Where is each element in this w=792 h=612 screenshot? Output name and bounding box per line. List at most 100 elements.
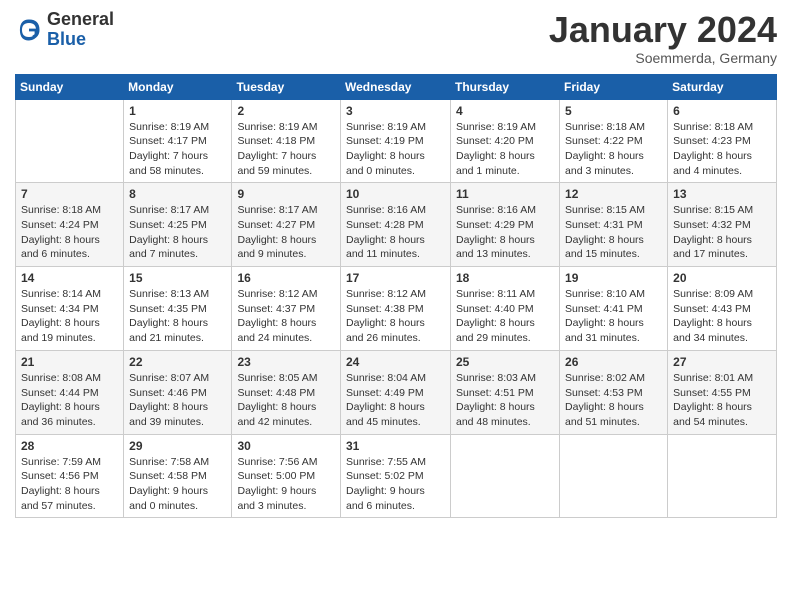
day-info: Sunrise: 8:17 AM Sunset: 4:27 PM Dayligh… (237, 203, 335, 262)
calendar-cell-w0-d5: 5 Sunrise: 8:18 AM Sunset: 4:22 PM Dayli… (560, 99, 668, 183)
sunset-text: Sunset: 4:58 PM (129, 470, 207, 482)
day-info: Sunrise: 8:12 AM Sunset: 4:38 PM Dayligh… (346, 287, 445, 346)
sunset-text: Sunset: 5:00 PM (237, 470, 315, 482)
day-number: 24 (346, 355, 445, 369)
calendar-cell-w2-d4: 18 Sunrise: 8:11 AM Sunset: 4:40 PM Dayl… (451, 267, 560, 351)
day-info: Sunrise: 8:11 AM Sunset: 4:40 PM Dayligh… (456, 287, 554, 346)
sunset-text: Sunset: 4:29 PM (456, 219, 534, 231)
sunset-text: Sunset: 4:56 PM (21, 470, 99, 482)
calendar-cell-w3-d1: 22 Sunrise: 8:07 AM Sunset: 4:46 PM Dayl… (124, 350, 232, 434)
sunrise-text: Sunrise: 8:01 AM (673, 372, 753, 384)
sunset-text: Sunset: 4:32 PM (673, 219, 751, 231)
sunrise-text: Sunrise: 8:03 AM (456, 372, 536, 384)
day-number: 27 (673, 355, 771, 369)
calendar-cell-w3-d5: 26 Sunrise: 8:02 AM Sunset: 4:53 PM Dayl… (560, 350, 668, 434)
calendar-cell-w1-d3: 10 Sunrise: 8:16 AM Sunset: 4:28 PM Dayl… (341, 183, 451, 267)
sunrise-text: Sunrise: 8:19 AM (237, 121, 317, 133)
calendar-cell-w2-d3: 17 Sunrise: 8:12 AM Sunset: 4:38 PM Dayl… (341, 267, 451, 351)
day-number: 2 (237, 104, 335, 118)
calendar-cell-w2-d1: 15 Sunrise: 8:13 AM Sunset: 4:35 PM Dayl… (124, 267, 232, 351)
sunset-text: Sunset: 4:27 PM (237, 219, 315, 231)
sunrise-text: Sunrise: 8:19 AM (346, 121, 426, 133)
daylight-text: Daylight: 8 hours and 3 minutes. (565, 150, 644, 177)
sunset-text: Sunset: 4:40 PM (456, 303, 534, 315)
day-info: Sunrise: 8:10 AM Sunset: 4:41 PM Dayligh… (565, 287, 662, 346)
day-info: Sunrise: 8:19 AM Sunset: 4:19 PM Dayligh… (346, 120, 445, 179)
day-number: 13 (673, 187, 771, 201)
sunset-text: Sunset: 4:17 PM (129, 135, 207, 147)
sunrise-text: Sunrise: 8:10 AM (565, 288, 645, 300)
sunrise-text: Sunrise: 8:16 AM (456, 204, 536, 216)
sunrise-text: Sunrise: 8:02 AM (565, 372, 645, 384)
daylight-text: Daylight: 8 hours and 48 minutes. (456, 401, 535, 428)
sunset-text: Sunset: 4:44 PM (21, 387, 99, 399)
logo: General Blue (15, 10, 114, 50)
day-number: 7 (21, 187, 118, 201)
sunrise-text: Sunrise: 8:09 AM (673, 288, 753, 300)
sunrise-text: Sunrise: 8:13 AM (129, 288, 209, 300)
day-info: Sunrise: 8:16 AM Sunset: 4:28 PM Dayligh… (346, 203, 445, 262)
sunset-text: Sunset: 4:53 PM (565, 387, 643, 399)
calendar-cell-w4-d3: 31 Sunrise: 7:55 AM Sunset: 5:02 PM Dayl… (341, 434, 451, 518)
sunrise-text: Sunrise: 8:07 AM (129, 372, 209, 384)
calendar-cell-w4-d6 (668, 434, 777, 518)
logo-icon (15, 16, 43, 44)
calendar-cell-w3-d2: 23 Sunrise: 8:05 AM Sunset: 4:48 PM Dayl… (232, 350, 341, 434)
daylight-text: Daylight: 8 hours and 0 minutes. (346, 150, 425, 177)
day-info: Sunrise: 8:02 AM Sunset: 4:53 PM Dayligh… (565, 371, 662, 430)
daylight-text: Daylight: 8 hours and 51 minutes. (565, 401, 644, 428)
daylight-text: Daylight: 8 hours and 36 minutes. (21, 401, 100, 428)
sunrise-text: Sunrise: 8:16 AM (346, 204, 426, 216)
daylight-text: Daylight: 8 hours and 54 minutes. (673, 401, 752, 428)
daylight-text: Daylight: 8 hours and 34 minutes. (673, 317, 752, 344)
sunrise-text: Sunrise: 8:05 AM (237, 372, 317, 384)
day-info: Sunrise: 7:59 AM Sunset: 4:56 PM Dayligh… (21, 455, 118, 514)
logo-text: General Blue (47, 10, 114, 50)
day-number: 21 (21, 355, 118, 369)
day-info: Sunrise: 8:19 AM Sunset: 4:18 PM Dayligh… (237, 120, 335, 179)
calendar-week-2: 7 Sunrise: 8:18 AM Sunset: 4:24 PM Dayli… (16, 183, 777, 267)
day-info: Sunrise: 8:17 AM Sunset: 4:25 PM Dayligh… (129, 203, 226, 262)
day-info: Sunrise: 8:15 AM Sunset: 4:31 PM Dayligh… (565, 203, 662, 262)
location-subtitle: Soemmerda, Germany (549, 50, 777, 66)
daylight-text: Daylight: 8 hours and 29 minutes. (456, 317, 535, 344)
sunset-text: Sunset: 4:41 PM (565, 303, 643, 315)
daylight-text: Daylight: 9 hours and 6 minutes. (346, 485, 425, 512)
day-info: Sunrise: 8:09 AM Sunset: 4:43 PM Dayligh… (673, 287, 771, 346)
header-thursday: Thursday (451, 74, 560, 99)
day-number: 30 (237, 439, 335, 453)
sunset-text: Sunset: 4:49 PM (346, 387, 424, 399)
calendar-cell-w2-d5: 19 Sunrise: 8:10 AM Sunset: 4:41 PM Dayl… (560, 267, 668, 351)
day-number: 8 (129, 187, 226, 201)
day-info: Sunrise: 8:13 AM Sunset: 4:35 PM Dayligh… (129, 287, 226, 346)
sunrise-text: Sunrise: 8:19 AM (456, 121, 536, 133)
sunrise-text: Sunrise: 8:17 AM (237, 204, 317, 216)
sunrise-text: Sunrise: 8:14 AM (21, 288, 101, 300)
calendar-cell-w0-d6: 6 Sunrise: 8:18 AM Sunset: 4:23 PM Dayli… (668, 99, 777, 183)
header-sunday: Sunday (16, 74, 124, 99)
header: General Blue January 2024 Soemmerda, Ger… (15, 10, 777, 66)
daylight-text: Daylight: 8 hours and 26 minutes. (346, 317, 425, 344)
calendar-header-row: Sunday Monday Tuesday Wednesday Thursday… (16, 74, 777, 99)
sunset-text: Sunset: 4:55 PM (673, 387, 751, 399)
daylight-text: Daylight: 8 hours and 15 minutes. (565, 234, 644, 261)
day-info: Sunrise: 8:19 AM Sunset: 4:20 PM Dayligh… (456, 120, 554, 179)
header-tuesday: Tuesday (232, 74, 341, 99)
daylight-text: Daylight: 7 hours and 59 minutes. (237, 150, 316, 177)
daylight-text: Daylight: 8 hours and 17 minutes. (673, 234, 752, 261)
day-number: 4 (456, 104, 554, 118)
day-info: Sunrise: 8:12 AM Sunset: 4:37 PM Dayligh… (237, 287, 335, 346)
calendar-cell-w4-d2: 30 Sunrise: 7:56 AM Sunset: 5:00 PM Dayl… (232, 434, 341, 518)
daylight-text: Daylight: 8 hours and 45 minutes. (346, 401, 425, 428)
sunset-text: Sunset: 4:22 PM (565, 135, 643, 147)
day-info: Sunrise: 8:05 AM Sunset: 4:48 PM Dayligh… (237, 371, 335, 430)
day-number: 18 (456, 271, 554, 285)
logo-blue-text: Blue (47, 30, 114, 50)
day-number: 15 (129, 271, 226, 285)
header-friday: Friday (560, 74, 668, 99)
daylight-text: Daylight: 8 hours and 13 minutes. (456, 234, 535, 261)
day-info: Sunrise: 8:07 AM Sunset: 4:46 PM Dayligh… (129, 371, 226, 430)
sunrise-text: Sunrise: 8:11 AM (456, 288, 535, 300)
sunset-text: Sunset: 4:25 PM (129, 219, 207, 231)
sunset-text: Sunset: 4:24 PM (21, 219, 99, 231)
